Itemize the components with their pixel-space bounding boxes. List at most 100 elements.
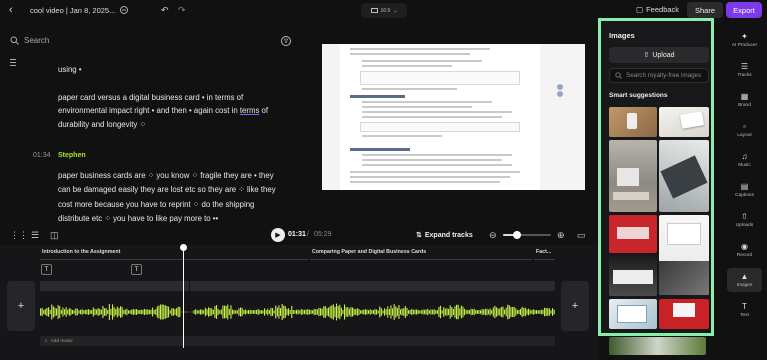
zoom-handle[interactable] [513, 231, 522, 239]
transcript-line[interactable]: distribute etc ⁘ you have to like pay mo… [58, 214, 218, 223]
sidebar-item-brand[interactable]: ▦ Brand [722, 92, 767, 108]
transcript-line[interactable]: durability and longevity ⁘ [58, 120, 146, 129]
list-icon[interactable]: ☰ [31, 230, 39, 241]
chapter-label[interactable]: Comparing Paper and Digital Business Car… [312, 249, 426, 255]
image-thumbnail[interactable] [609, 299, 657, 329]
waveform-bar [388, 308, 390, 316]
waveform-bar [121, 307, 123, 317]
image-thumbnail[interactable] [659, 299, 709, 329]
sidebar-item-tracks[interactable]: ☰ Tracks [722, 62, 767, 78]
feedback-button[interactable]: ▢ Feedback [636, 5, 679, 14]
timestamp[interactable]: 01:34 [33, 152, 51, 159]
waveform-bar [523, 307, 525, 317]
project-title[interactable]: cool video | Jan 8, 2025... [30, 6, 115, 15]
waveform-bar [331, 305, 333, 319]
waveform-bar [312, 310, 314, 314]
waveform-bar [529, 309, 531, 315]
transcript-line[interactable]: cost more because you have to reprint ⁘ … [58, 200, 254, 209]
expand-tracks-button[interactable]: ⇅ Expand tracks [416, 231, 473, 240]
waveform-bar [332, 304, 334, 320]
sidebar-item-layout[interactable]: ▫ Layout [722, 122, 767, 138]
waveform-bar [436, 309, 438, 315]
upload-image-button[interactable]: ⇧ Upload [609, 47, 709, 63]
sidebar-item-text[interactable]: T Text [722, 302, 767, 318]
waveform-bar [201, 309, 203, 315]
export-button[interactable]: Export [726, 2, 762, 18]
clip-split[interactable] [189, 281, 190, 331]
text-icon: T [742, 302, 747, 311]
image-thumbnail[interactable] [659, 107, 709, 137]
zoom-in-icon[interactable]: ⊕ [557, 230, 565, 241]
waveform-bar [206, 309, 208, 315]
audio-waveform[interactable] [40, 292, 555, 332]
transcript-line[interactable]: paper business cards are ⁘ you know ⁘ fr… [58, 171, 274, 180]
sidebar-item-uploads[interactable]: ⇧ Uploads [722, 212, 767, 228]
transcript-search[interactable]: Search [10, 36, 49, 45]
split-icon[interactable]: ⋮⋮ [10, 230, 28, 241]
transcript-line[interactable]: environmental impact right • and then • … [58, 106, 268, 115]
image-thumbnail[interactable] [659, 140, 709, 212]
waveform-bar [307, 309, 309, 315]
play-button[interactable]: ▶ [271, 228, 285, 242]
waveform-bar [235, 310, 237, 314]
aspect-ratio-dropdown[interactable]: 16:9 ⌄ [361, 3, 407, 18]
waveform-bar [214, 306, 216, 318]
waveform-bar [228, 308, 230, 316]
paragraph-menu-icon[interactable] [10, 59, 16, 68]
waveform-bar [486, 308, 488, 316]
sidebar-item-captions[interactable]: ▤ Captions [722, 182, 767, 198]
waveform-bar [60, 310, 62, 314]
waveform-bar [142, 309, 144, 315]
sidebar-item-ai-producer[interactable]: ✦ AI Producer [722, 32, 767, 48]
waveform-bar [497, 308, 499, 316]
waveform-bar [78, 310, 80, 314]
sidebar-item-music[interactable]: ♫ Music [722, 152, 767, 168]
transcript-line[interactable]: using • [58, 65, 82, 74]
undo-icon[interactable]: ↶ [161, 5, 169, 16]
image-search-field[interactable]: Search royalty-free images [609, 68, 709, 83]
speaker-name[interactable]: Stephen [58, 152, 86, 159]
share-button[interactable]: Share [687, 2, 723, 18]
image-thumbnail[interactable] [609, 107, 657, 137]
transcript-settings-icon[interactable]: ∇ [281, 36, 291, 46]
waveform-bar [371, 310, 373, 314]
transcript-line[interactable]: can be damaged easily they are lost etc … [58, 185, 276, 194]
waveform-bar [238, 308, 240, 316]
playhead[interactable] [183, 247, 184, 348]
back-arrow-icon[interactable]: ‹ [9, 4, 13, 16]
transcript-line[interactable]: paper card versus a digital business car… [58, 93, 243, 102]
video-preview[interactable] [322, 44, 585, 190]
add-clip-before-button[interactable]: + [7, 281, 35, 331]
video-track[interactable] [40, 281, 555, 291]
waveform-bar [164, 305, 166, 319]
zoom-slider[interactable] [503, 231, 551, 239]
zoom-out-icon[interactable]: ⊖ [489, 230, 497, 241]
image-thumbnail[interactable] [609, 140, 657, 212]
waveform-bar [476, 309, 478, 315]
add-music-track[interactable]: ♫ Add music [40, 336, 555, 346]
waveform-bar [334, 306, 336, 318]
text-overlay-marker[interactable]: T [131, 264, 142, 275]
text-overlay-marker[interactable]: T [41, 264, 52, 275]
caption-toggle-icon[interactable]: ▭ [577, 230, 586, 241]
image-thumbnail[interactable] [609, 256, 657, 296]
chapter-label[interactable]: Fact... [536, 249, 551, 255]
image-thumbnail[interactable] [609, 337, 706, 355]
add-clip-after-button[interactable]: + [561, 281, 589, 331]
waveform-bar [408, 310, 410, 314]
image-thumbnail[interactable] [609, 215, 657, 253]
chapter-label[interactable]: Introduction to the Assignment [42, 249, 120, 255]
waveform-bar [484, 308, 486, 316]
highlighted-word[interactable]: terms [240, 106, 260, 115]
image-thumbnail[interactable] [659, 215, 709, 295]
waveform-bar [249, 309, 251, 315]
layout-toggle-icon[interactable]: ◫ [50, 230, 59, 241]
sidebar-item-images[interactable]: ▲ Images [727, 268, 762, 292]
waveform-bar [499, 308, 501, 316]
waveform-bar [244, 309, 246, 315]
redo-icon[interactable]: ↷ [178, 5, 186, 16]
waveform-bar [368, 310, 370, 314]
sidebar-item-record[interactable]: ◉ Record [722, 242, 767, 258]
waveform-bar [494, 305, 496, 319]
waveform-bar [203, 310, 205, 314]
